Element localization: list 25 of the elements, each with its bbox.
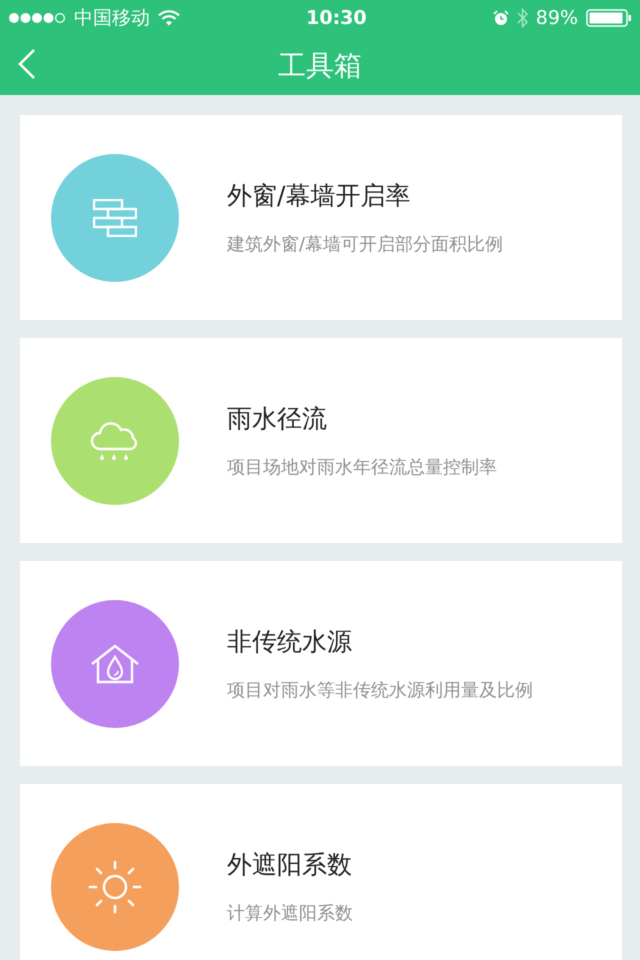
tool-card[interactable]: 外遮阳系数 计算外遮阳系数 (20, 784, 622, 960)
bluetooth-icon (516, 8, 528, 28)
tool-card[interactable]: 非传统水源 项目对雨水等非传统水源利用量及比例 (20, 561, 622, 766)
alarm-icon (492, 10, 509, 26)
carrier-name: 中国移动 (74, 6, 150, 31)
cloud-rain-icon (90, 420, 140, 460)
tool-description: 计算外遮阳系数 (227, 902, 353, 926)
battery-percent: 89% (536, 6, 578, 31)
tool-title: 外窗/幕墙开启率 (227, 180, 412, 212)
page-title: 工具箱 (278, 48, 362, 84)
sun-icon (88, 860, 142, 914)
tool-title: 非传统水源 (227, 626, 353, 658)
tool-description: 建筑外窗/幕墙可开启部分面积比例 (227, 232, 504, 257)
battery-icon (586, 9, 632, 27)
status-time: 10:30 (306, 6, 367, 31)
house-drop-icon (90, 644, 140, 684)
tool-card[interactable]: 雨水径流 项目场地对雨水年径流总量控制率 (20, 338, 622, 543)
tool-card[interactable]: 外窗/幕墙开启率 建筑外窗/幕墙可开启部分面积比例 (20, 115, 622, 320)
signal-icon (8, 12, 66, 24)
tool-description: 项目对雨水等非传统水源利用量及比例 (227, 678, 533, 703)
brick-icon (93, 198, 137, 236)
tool-title: 外遮阳系数 (227, 849, 353, 882)
wifi-icon (158, 10, 180, 26)
tool-title: 雨水径流 (227, 403, 328, 436)
tool-description: 项目场地对雨水年径流总量控制率 (227, 456, 497, 480)
